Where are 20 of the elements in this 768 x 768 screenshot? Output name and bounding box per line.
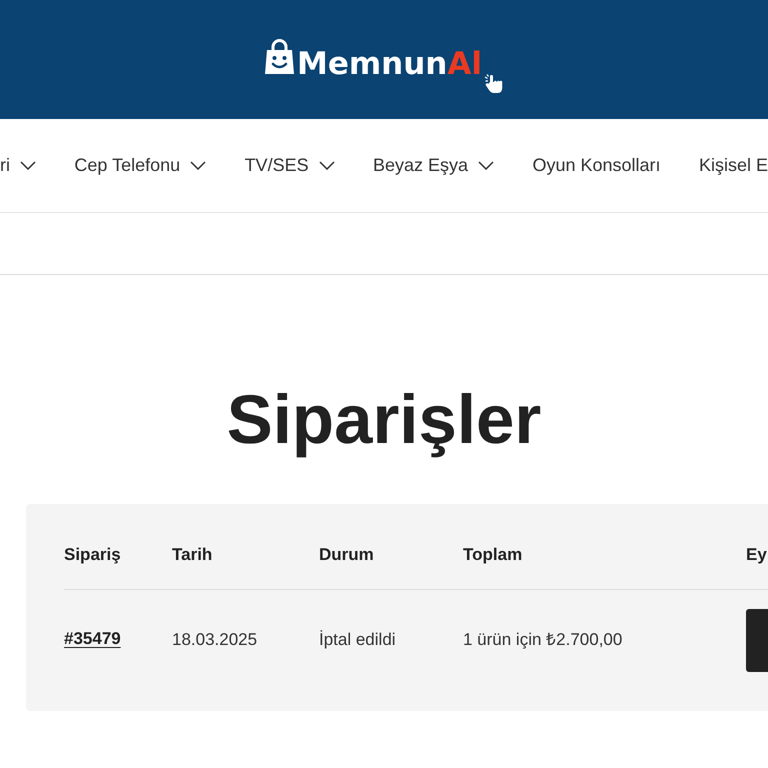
action-button[interactable]: [746, 608, 768, 672]
nav-link[interactable]: ri: [0, 152, 36, 179]
nav-link[interactable]: Beyaz Eşya: [373, 152, 494, 179]
column-header: Tarih: [172, 544, 214, 566]
logo-wordmark[interactable]: MemnunAl: [296, 49, 482, 80]
order-number-link[interactable]: #35479: [64, 629, 121, 648]
column-header: Toplam: [463, 544, 524, 566]
table-cell-text: İptal edildi: [319, 630, 397, 650]
nav-link[interactable]: Oyun Konsolları: [532, 152, 661, 179]
table-cell-text: 18.03.2025: [172, 630, 258, 650]
column-header: Sipariş: [64, 544, 122, 566]
column-header: Durum: [319, 544, 375, 566]
pointing-hand-icon: [484, 74, 504, 94]
page-title: Siparişler: [226, 380, 542, 460]
nav-link[interactable]: Cep Telefonu: [74, 152, 206, 179]
table-cell-text: 1 ürün için ₺2.700,00: [463, 630, 624, 650]
nav-link[interactable]: TV/SES: [244, 152, 335, 179]
column-header: Ey: [746, 544, 768, 566]
nav-link[interactable]: Kişisel E: [698, 152, 768, 179]
shopping-bag-icon: [264, 39, 295, 76]
